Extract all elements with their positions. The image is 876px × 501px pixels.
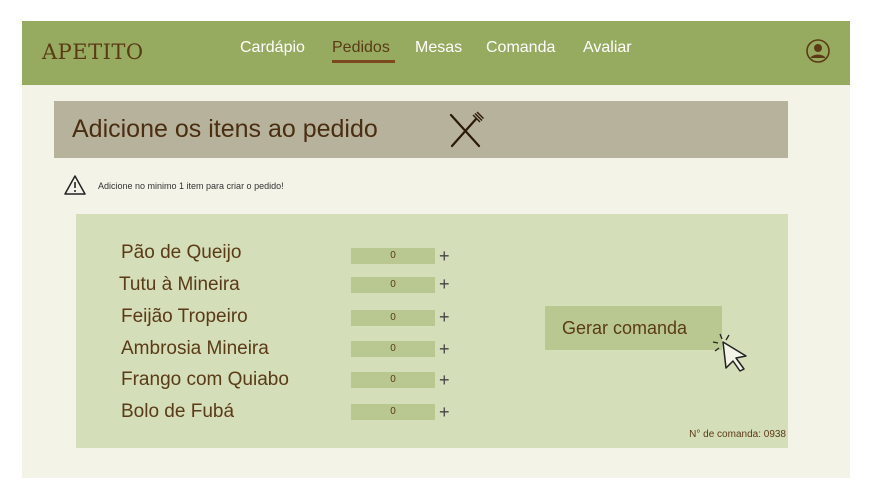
- quantity-field[interactable]: 0: [351, 248, 435, 264]
- quantity-field[interactable]: 0: [351, 372, 435, 388]
- page-header: Adicione os itens ao pedido: [54, 101, 788, 158]
- quantity-field[interactable]: 0: [351, 310, 435, 326]
- item-name-bolo-de-fuba: Bolo de Fubá: [121, 401, 235, 422]
- item-name-pao-de-queijo: Pão de Queijo: [121, 242, 242, 263]
- user-avatar-icon[interactable]: [806, 39, 830, 63]
- add-frango-com-quiabo-button[interactable]: +: [439, 371, 450, 389]
- warning-icon: [64, 175, 86, 195]
- fork-knife-icon: [449, 111, 484, 148]
- nav-active-underline: [332, 60, 395, 63]
- item-name-frango-com-quiabo: Frango com Quiabo: [121, 369, 289, 390]
- item-name-feijao-tropeiro: Feijão Tropeiro: [121, 306, 248, 327]
- add-ambrosia-mineira-button[interactable]: +: [439, 340, 450, 358]
- brand-logo[interactable]: APETITO: [42, 40, 144, 64]
- quantity-field[interactable]: 0: [351, 277, 435, 293]
- nav-pedidos[interactable]: Pedidos: [332, 39, 390, 57]
- item-name-ambrosia-mineira: Ambrosia Mineira: [121, 338, 269, 359]
- app-frame: APETITO Cardápio Pedidos Mesas Comanda A…: [22, 21, 850, 478]
- nav-mesas[interactable]: Mesas: [415, 39, 462, 57]
- add-tutu-a-mineira-button[interactable]: +: [439, 275, 450, 293]
- order-panel: Pão de Queijo 0 + Tutu à Mineira 0 + Fei…: [76, 214, 788, 448]
- alert-message: Adicione no minimo 1 item para criar o p…: [98, 181, 284, 191]
- item-name-tutu-a-mineira: Tutu à Mineira: [119, 274, 240, 295]
- order-number: N° de comanda: 0938: [689, 429, 786, 440]
- add-bolo-de-fuba-button[interactable]: +: [439, 403, 450, 421]
- quantity-field[interactable]: 0: [351, 404, 435, 420]
- add-pao-de-queijo-button[interactable]: +: [439, 247, 450, 265]
- nav-cardapio[interactable]: Cardápio: [240, 39, 305, 57]
- add-feijao-tropeiro-button[interactable]: +: [439, 308, 450, 326]
- gerar-comanda-button[interactable]: Gerar comanda: [545, 306, 722, 350]
- click-cursor-icon: [712, 333, 747, 372]
- nav-comanda[interactable]: Comanda: [486, 39, 555, 57]
- navbar: APETITO Cardápio Pedidos Mesas Comanda A…: [22, 21, 850, 85]
- quantity-field[interactable]: 0: [351, 341, 435, 357]
- nav-avaliar[interactable]: Avaliar: [583, 39, 632, 57]
- page-title: Adicione os itens ao pedido: [72, 115, 378, 143]
